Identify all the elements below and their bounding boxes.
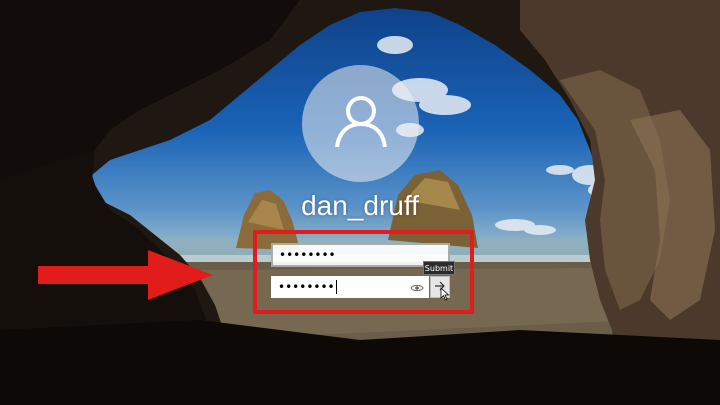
annotation-arrow-icon	[38, 250, 213, 307]
user-avatar	[302, 65, 419, 182]
annotation-highlight-box	[253, 230, 474, 314]
username-label: dan_druff	[301, 190, 419, 221]
user-avatar-icon	[331, 91, 391, 156]
